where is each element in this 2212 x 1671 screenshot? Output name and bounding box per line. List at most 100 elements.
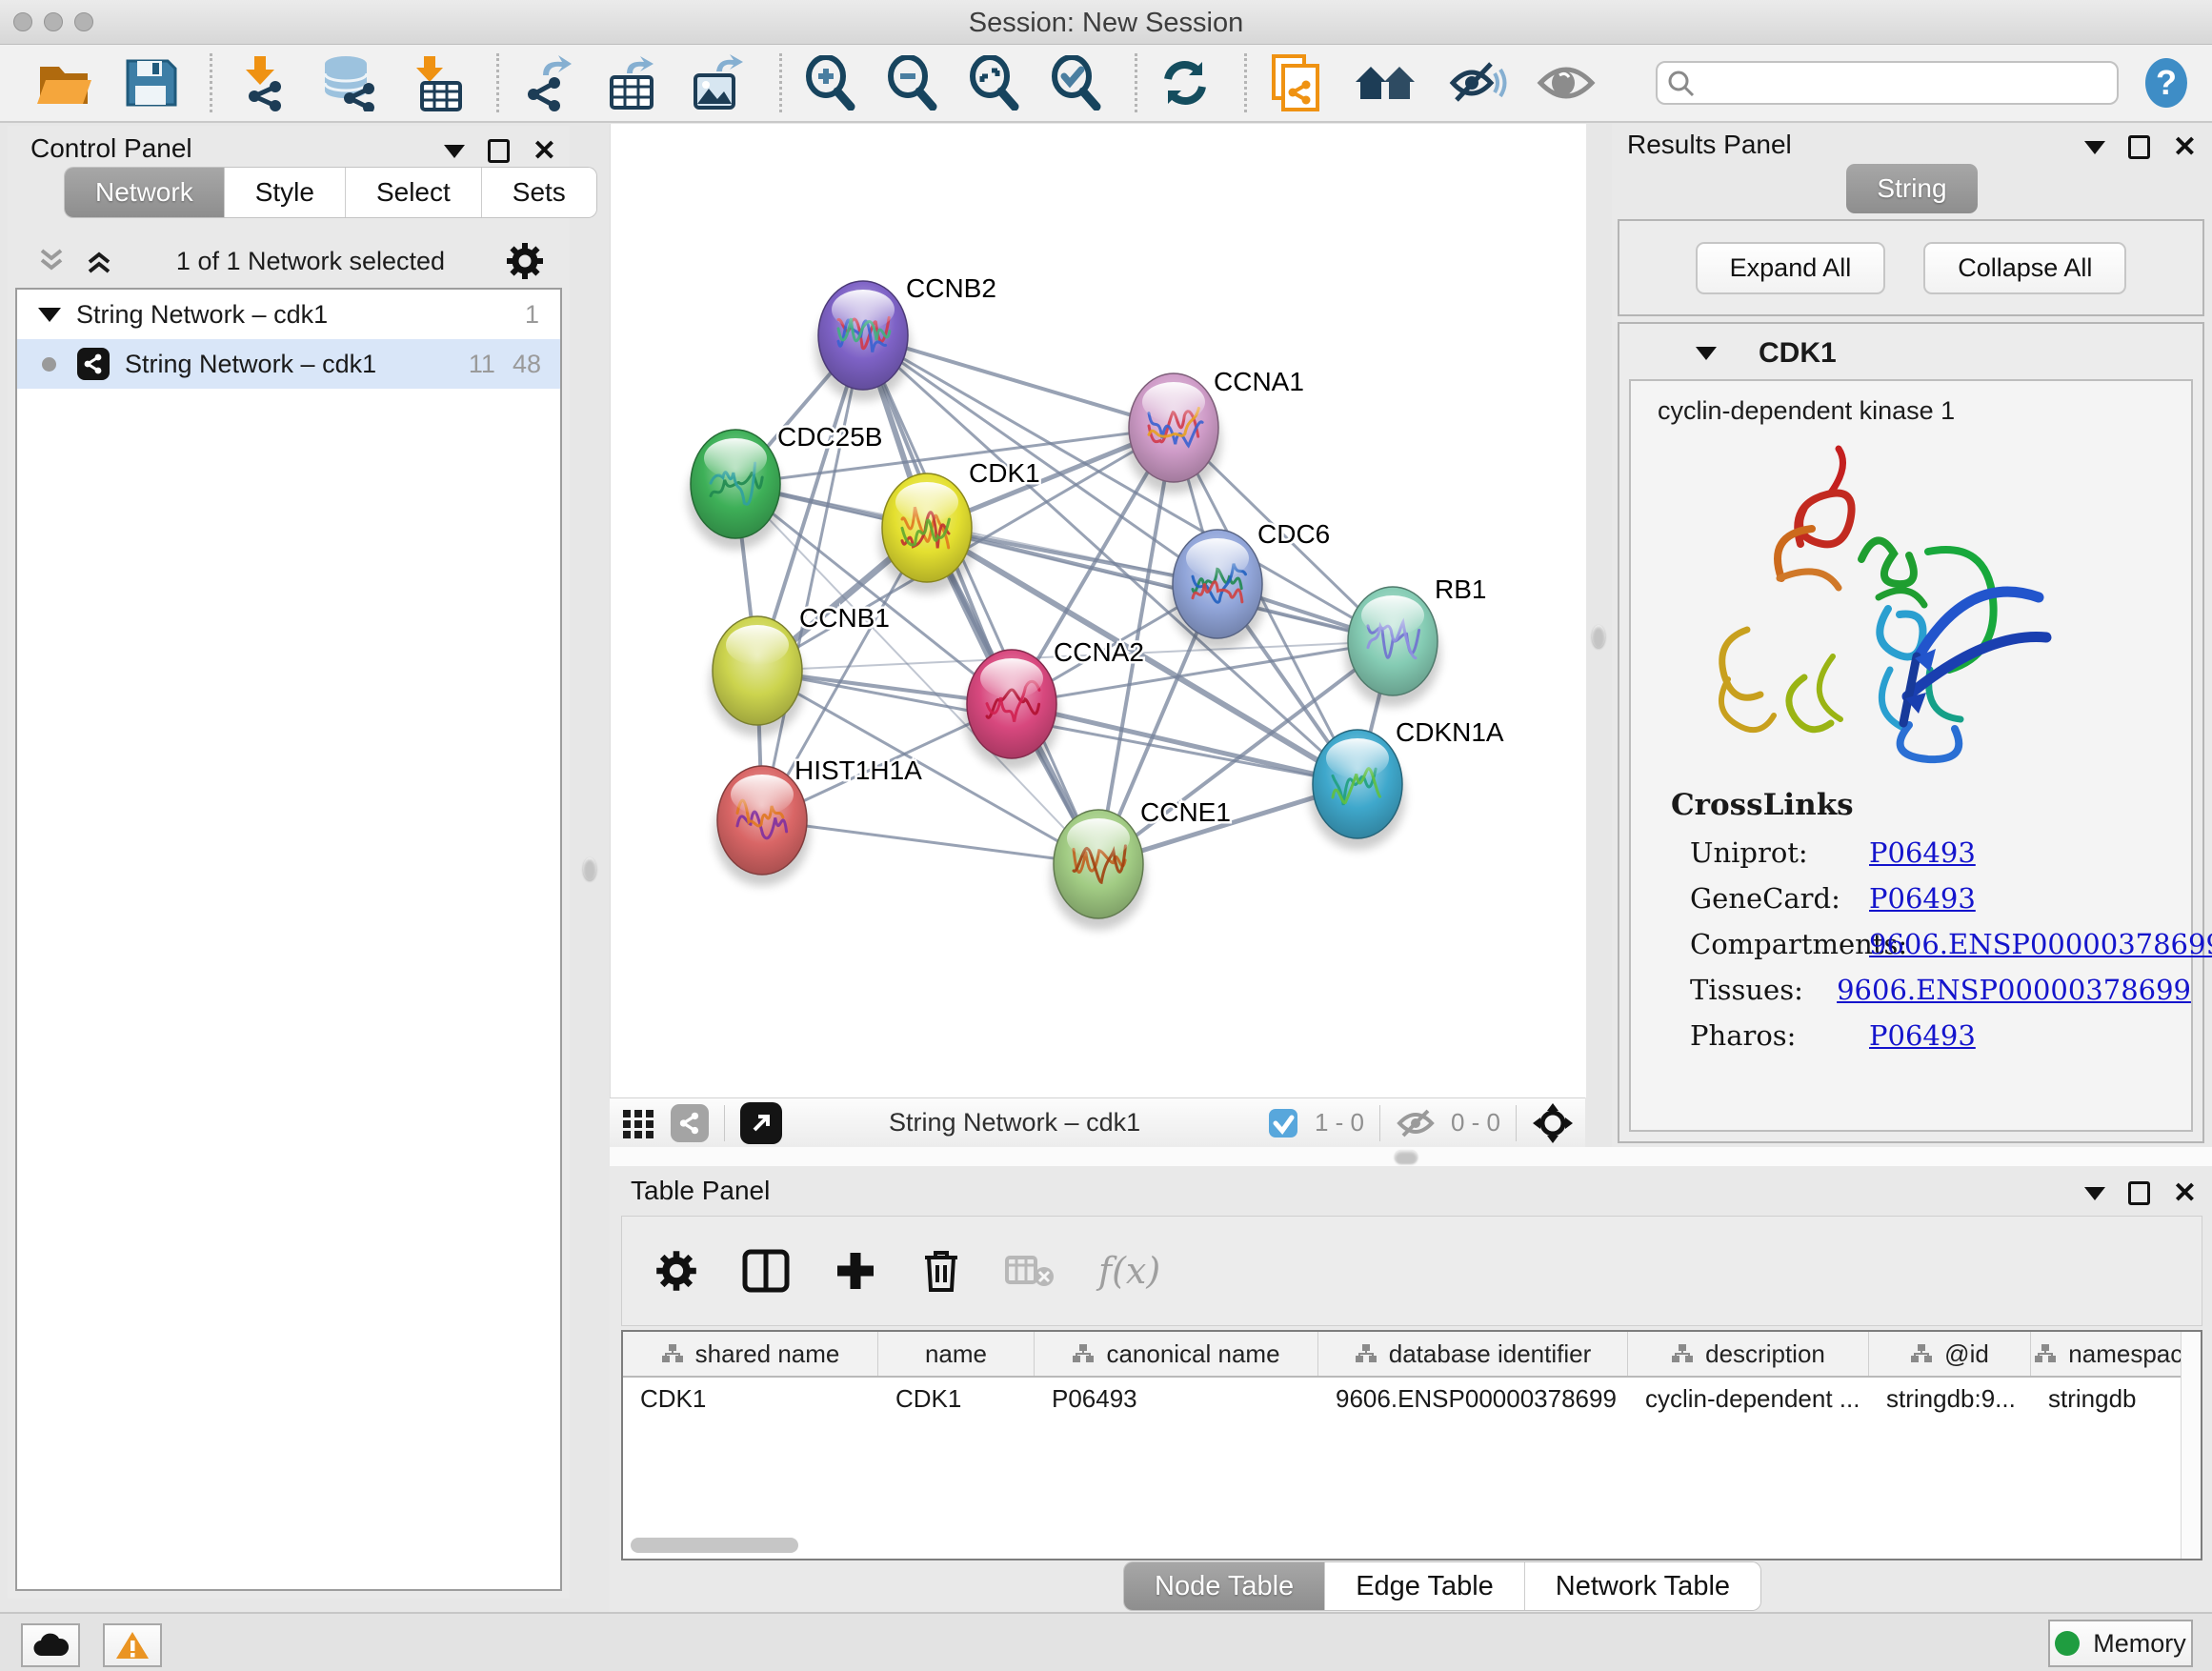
zoom-fit-button[interactable] (967, 55, 1020, 111)
search-input[interactable] (1656, 61, 2119, 105)
import-network-from-database-button[interactable] (319, 54, 380, 111)
panel-float-icon[interactable] (2128, 135, 2150, 159)
hidden-eye-icon[interactable] (1396, 1107, 1436, 1139)
panel-close-icon[interactable]: ✕ (533, 142, 556, 161)
network-node-HIST1H1A[interactable]: HIST1H1A (714, 755, 922, 886)
export-network-button[interactable] (520, 54, 577, 111)
column-header-name[interactable]: name (878, 1332, 1035, 1376)
network-view-mode-button[interactable] (671, 1104, 709, 1142)
open-session-button[interactable] (36, 57, 95, 109)
memory-button[interactable]: Memory (2048, 1620, 2193, 1667)
export-image-button[interactable] (690, 54, 747, 111)
cloud-status-button[interactable] (21, 1623, 80, 1667)
show-columns-icon[interactable] (742, 1249, 790, 1293)
crosslink-link[interactable]: P06493 (1869, 836, 1976, 869)
vertical-scrollbar-track[interactable] (2181, 1332, 2201, 1559)
import-table-button[interactable] (409, 54, 464, 111)
save-session-button[interactable] (124, 57, 177, 109)
tab-edge-table[interactable]: Edge Table (1325, 1562, 1525, 1610)
table-cell[interactable]: CDK1 (623, 1378, 878, 1419)
network-row[interactable]: String Network – cdk1 11 48 (17, 339, 560, 389)
horizontal-scrollbar-thumb[interactable] (631, 1538, 798, 1553)
bottom-splitter-handle[interactable] (1395, 1150, 1418, 1163)
table-cell[interactable]: P06493 (1035, 1378, 1318, 1419)
crosslink-link[interactable]: 9606.ENSP00000378699 (1837, 974, 2191, 1006)
tab-network-table[interactable]: Network Table (1525, 1562, 1760, 1610)
table-options-gear-icon[interactable] (654, 1249, 698, 1293)
collection-expander-icon[interactable] (38, 308, 61, 322)
column-header-shared-name[interactable]: shared name (623, 1332, 878, 1376)
detach-view-button[interactable] (740, 1102, 782, 1144)
show-graphics-details-button[interactable] (1537, 60, 1596, 106)
expand-all-icon[interactable] (82, 245, 116, 277)
toolbar-search (1656, 61, 2119, 105)
column-header--id[interactable]: @id (1869, 1332, 2031, 1376)
table-cell[interactable]: 9606.ENSP00000378699 (1318, 1378, 1628, 1419)
home-button[interactable] (1352, 57, 1418, 109)
collapse-all-icon[interactable] (34, 245, 69, 277)
panel-menu-icon[interactable] (2084, 141, 2105, 154)
add-column-icon[interactable] (834, 1249, 877, 1293)
crosslink-link[interactable]: 9606.ENSP00000378699 (1869, 928, 2212, 960)
right-splitter-handle[interactable] (1592, 625, 1605, 648)
collapse-all-button[interactable]: Collapse All (1923, 242, 2126, 294)
network-graph[interactable]: CCNB2CCNA1CDC25BCDK1CDC6RB1CCNB1CCNA2CDK… (611, 124, 1586, 1097)
network-edge[interactable] (1012, 704, 1357, 784)
expand-all-button[interactable]: Expand All (1696, 242, 1886, 294)
tab-style[interactable]: Style (225, 168, 346, 217)
panel-float-icon[interactable] (488, 139, 510, 163)
network-canvas[interactable]: CCNB2CCNA1CDC25BCDK1CDC6RB1CCNB1CCNA2CDK… (610, 124, 1586, 1097)
hide-unhide-button[interactable] (1447, 58, 1508, 108)
table-cell[interactable]: stringdb:9... (1869, 1378, 2031, 1419)
network-node-CDC6[interactable]: CDC6 (1170, 519, 1330, 650)
column-header-namespace[interactable]: namespace (2031, 1332, 2201, 1376)
table-cell[interactable]: cyclin-dependent ... (1628, 1378, 1869, 1419)
birds-eye-crosshair-icon[interactable] (1532, 1102, 1574, 1144)
gear-icon[interactable] (505, 241, 545, 281)
tab-network[interactable]: Network (65, 168, 225, 217)
grid-view-button[interactable] (621, 1106, 655, 1140)
zoom-in-button[interactable] (803, 55, 856, 111)
export-table-button[interactable] (606, 54, 661, 111)
crosslink-link[interactable]: P06493 (1869, 1019, 1976, 1052)
network-node-CDK1[interactable]: CDK1 (879, 458, 1040, 594)
network-node-CCNA1[interactable]: CCNA1 (1126, 367, 1304, 493)
tab-sets[interactable]: Sets (482, 168, 596, 217)
crosslink-link[interactable]: P06493 (1869, 882, 1976, 915)
column-header-description[interactable]: description (1628, 1332, 1869, 1376)
selected-checkbox-icon[interactable] (1267, 1107, 1299, 1139)
tab-select[interactable]: Select (346, 168, 482, 217)
table-cell[interactable]: CDK1 (878, 1378, 1035, 1419)
panel-menu-icon[interactable] (444, 145, 465, 158)
panel-menu-icon[interactable] (2084, 1187, 2105, 1200)
table-cell[interactable]: stringdb (2031, 1378, 2201, 1419)
network-node-RB1[interactable]: RB1 (1345, 574, 1486, 707)
duplicate-network-button[interactable] (1268, 52, 1323, 113)
network-node-CDKN1A[interactable]: CDKN1A (1310, 717, 1504, 850)
network-node-CCNE1[interactable]: CCNE1 (1051, 797, 1231, 930)
column-header-database-identifier[interactable]: database identifier (1318, 1332, 1628, 1376)
network-edge[interactable] (762, 820, 1098, 864)
left-splitter-handle[interactable] (583, 857, 596, 880)
column-header-canonical-name[interactable]: canonical name (1035, 1332, 1318, 1376)
help-button[interactable]: ? (2143, 56, 2189, 110)
gene-section-header[interactable]: CDK1 (1619, 324, 2202, 379)
table-row[interactable]: CDK1CDK1P064939606.ENSP00000378699cyclin… (623, 1378, 2201, 1419)
network-node-CCNB2[interactable]: CCNB2 (815, 273, 996, 401)
panel-close-icon[interactable]: ✕ (2173, 138, 2197, 157)
warning-status-button[interactable] (103, 1623, 162, 1667)
tab-node-table[interactable]: Node Table (1124, 1562, 1325, 1610)
zoom-out-button[interactable] (885, 55, 938, 111)
network-node-CCNB1[interactable]: CCNB1 (710, 603, 890, 736)
zoom-selected-button[interactable] (1049, 55, 1102, 111)
panel-close-icon[interactable]: ✕ (2173, 1184, 2197, 1203)
import-network-button[interactable] (233, 54, 291, 111)
apply-style-button[interactable] (1158, 56, 1212, 110)
network-edge[interactable] (762, 335, 863, 820)
panel-float-icon[interactable] (2128, 1181, 2150, 1205)
delete-column-icon[interactable] (921, 1248, 961, 1294)
network-node-CDC25B[interactable]: CDC25B (688, 422, 882, 550)
section-expander-icon[interactable] (1696, 347, 1717, 360)
network-collection-row[interactable]: String Network – cdk1 1 (17, 290, 560, 339)
tab-string[interactable]: String (1846, 164, 1977, 213)
